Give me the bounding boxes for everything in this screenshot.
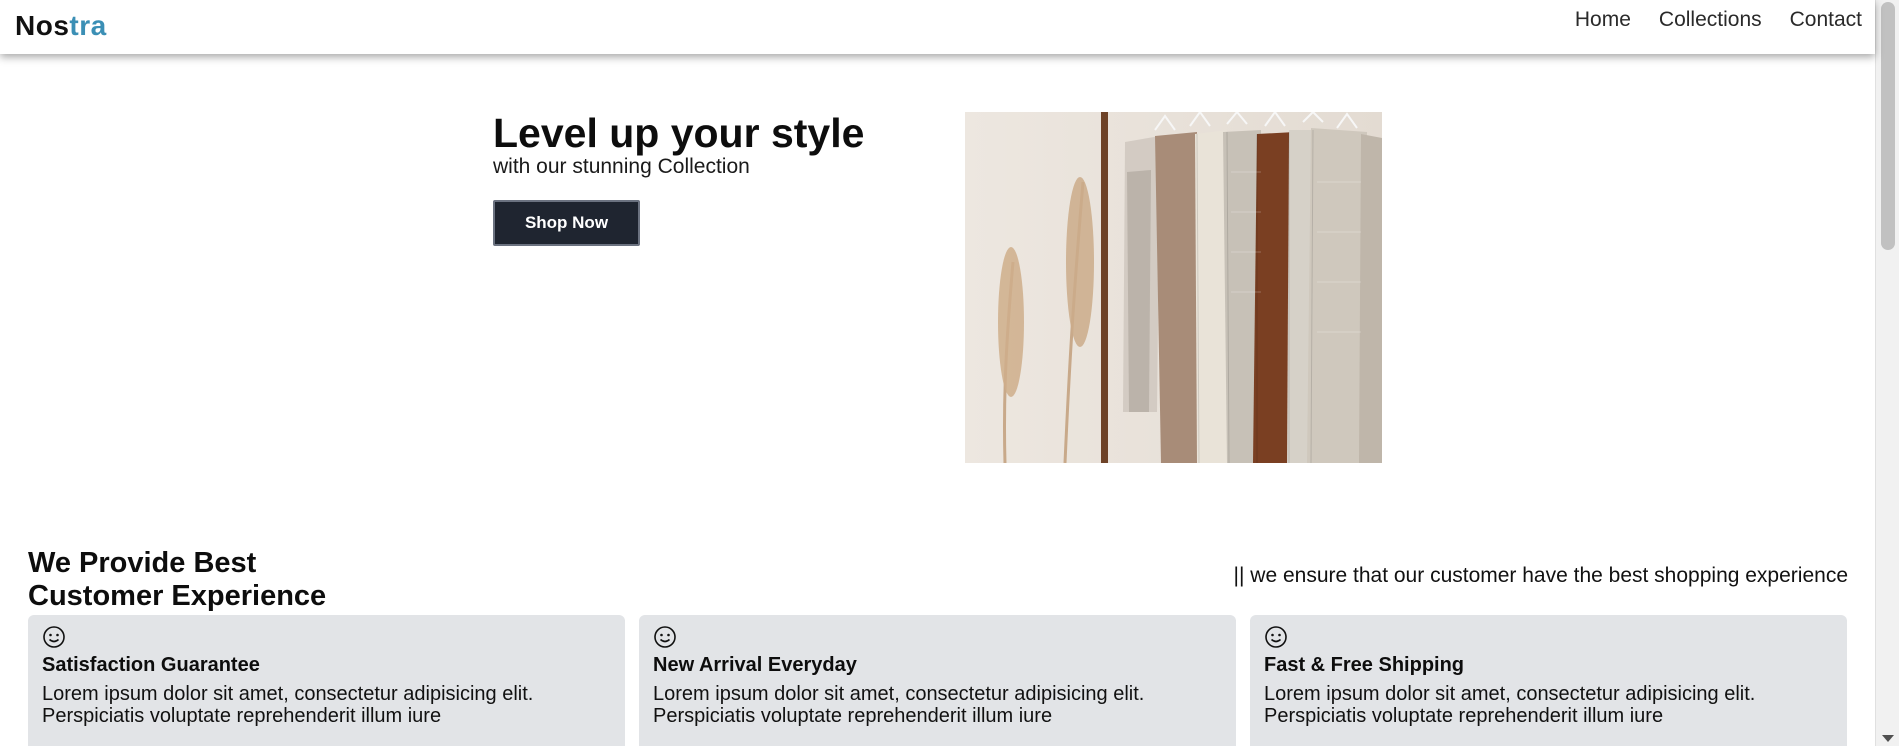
features-heading: We Provide Best Customer Experience (28, 547, 326, 613)
logo-text-accent: tra (69, 10, 107, 41)
hero-title: Level up your style (493, 110, 865, 156)
feature-card-text-line1: Lorem ipsum dolor sit amet, consectetur … (42, 683, 534, 705)
scroll-down-arrow-icon[interactable] (1882, 735, 1894, 742)
feature-card-text-line1: Lorem ipsum dolor sit amet, consectetur … (1264, 683, 1756, 705)
smiley-icon (43, 626, 65, 648)
shop-now-button[interactable]: Shop Now (493, 200, 640, 246)
feature-card-text-line2: Perspiciatis voluptate reprehenderit ill… (42, 705, 442, 727)
top-navbar: Nostra Home Collections Contact (0, 0, 1875, 54)
nav-link-home[interactable]: Home (1575, 8, 1631, 32)
logo-text-primary: Nos (15, 10, 70, 41)
hero-subtitle: with our stunning Collection (493, 155, 750, 178)
feature-card-title: Fast & Free Shipping (1264, 654, 1465, 676)
features-tagline: || we ensure that our customer have the … (1233, 564, 1848, 587)
nav-menu: Home Collections Contact (1575, 8, 1862, 32)
hero-clothing-rack-image (965, 112, 1382, 463)
smiley-icon (654, 626, 676, 648)
feature-card-text: Lorem ipsum dolor sit amet, consectetur … (1264, 683, 1833, 727)
feature-card-text-line2: Perspiciatis voluptate reprehenderit ill… (1264, 705, 1664, 727)
scrollbar-thumb[interactable] (1881, 2, 1895, 250)
nav-link-contact[interactable]: Contact (1790, 8, 1862, 32)
brand-logo[interactable]: Nostra (15, 10, 107, 42)
feature-card-new-arrival: New Arrival Everyday Lorem ipsum dolor s… (639, 615, 1236, 746)
feature-card-shipping: Fast & Free Shipping Lorem ipsum dolor s… (1250, 615, 1847, 746)
features-heading-line2: Customer Experience (28, 580, 327, 612)
feature-card-text-line2: Perspiciatis voluptate reprehenderit ill… (653, 705, 1053, 727)
feature-card-title: Satisfaction Guarantee (42, 654, 260, 676)
page: Nostra Home Collections Contact Level up… (0, 0, 1899, 746)
vertical-scrollbar[interactable] (1875, 0, 1899, 746)
feature-card-text-line1: Lorem ipsum dolor sit amet, consectetur … (653, 683, 1145, 705)
features-heading-line1: We Provide Best (28, 547, 257, 579)
hero-text: Level up your style with our stunning Co… (493, 108, 864, 179)
feature-card-satisfaction: Satisfaction Guarantee Lorem ipsum dolor… (28, 615, 625, 746)
feature-card-text: Lorem ipsum dolor sit amet, consectetur … (653, 683, 1222, 727)
feature-card-title: New Arrival Everyday (653, 654, 857, 676)
smiley-icon (1265, 626, 1287, 648)
feature-card-text: Lorem ipsum dolor sit amet, consectetur … (42, 683, 611, 727)
nav-link-collections[interactable]: Collections (1659, 8, 1762, 32)
